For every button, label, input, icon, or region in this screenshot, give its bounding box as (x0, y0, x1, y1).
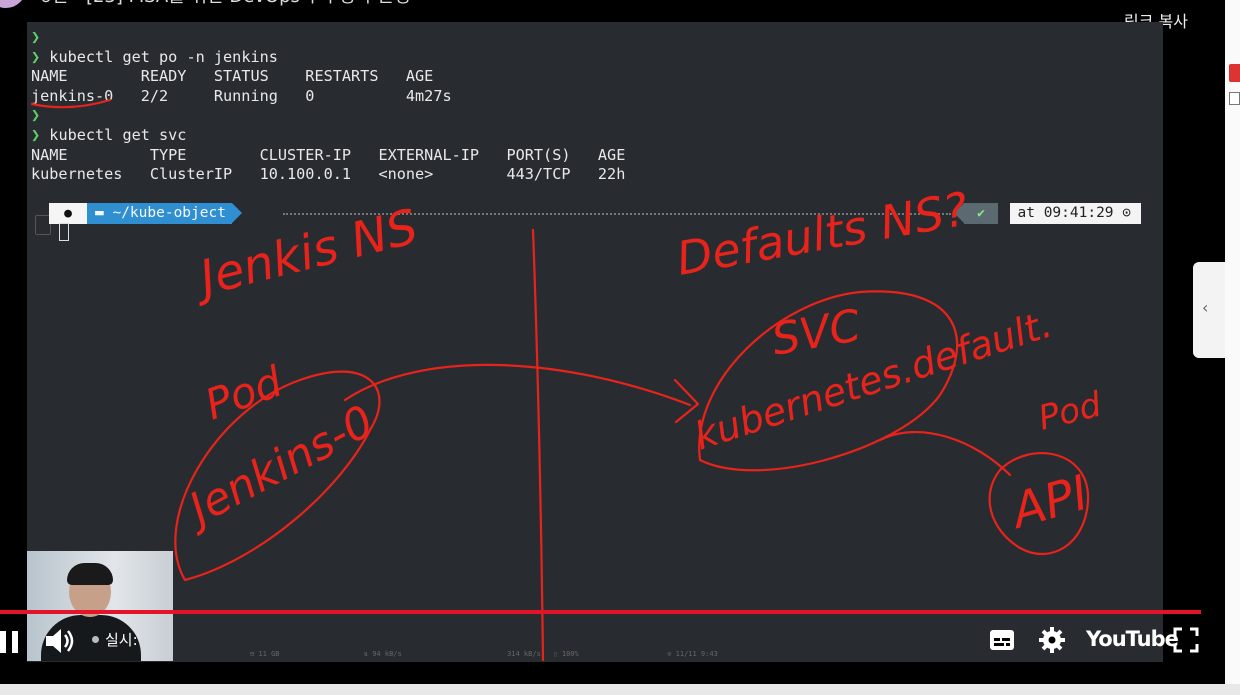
prompt-arrow: ❯ (31, 28, 41, 46)
progress-bar[interactable] (0, 610, 1201, 614)
panel-box-icon (1229, 92, 1240, 105)
browser-side-panel (1225, 0, 1240, 684)
notification-tag-icon[interactable] (1229, 64, 1240, 82)
subtitles-icon[interactable] (989, 629, 1015, 651)
video-title-bar: 6편 - [23] MSA를 위한 DevOps와 구성과 운영 (0, 0, 600, 10)
prompt-arrow: ❯ (31, 47, 41, 66)
player-controls: 실시: YouTube (0, 618, 1225, 662)
terminal-line: ❯ (31, 28, 40, 47)
pause-button[interactable] (0, 631, 18, 653)
video-player[interactable]: 6편 - [23] MSA를 위한 DevOps와 구성과 운영 링크 복사 ❯… (0, 0, 1225, 684)
live-label: 실시: (105, 631, 138, 649)
terminal-text: kubectl get svc (40, 126, 187, 144)
terminal-line: NAME TYPE CLUSTER-IP EXTERNAL-IP PORT(S)… (31, 146, 625, 165)
prompt-arrow: ❯ (31, 106, 41, 125)
apple-icon: ● (49, 203, 87, 224)
terminal-line: ❯ kubectl get svc (31, 126, 186, 145)
channel-avatar[interactable] (0, 0, 26, 8)
volume-icon[interactable] (44, 626, 76, 656)
current-directory: ▬ ~/kube-object (87, 203, 242, 224)
terminal-text: kubectl get po -n jenkins (40, 47, 278, 66)
fullscreen-icon[interactable] (1173, 627, 1199, 653)
terminal-line: ❯ (31, 106, 40, 125)
prompt-statusbar: ● ▬ ~/kube-object ✔ at 09:41:29 ⊙ (49, 203, 1141, 224)
directory-path: ~/kube-object (112, 205, 226, 221)
prompt-time: at 09:41:29 ⊙ (1009, 203, 1141, 224)
side-panel-toggle[interactable]: ‹ (1193, 262, 1225, 358)
page-bottom-strip (0, 684, 1240, 695)
folder-icon: ▬ (95, 205, 113, 221)
terminal-text: jenkins-0 2/2 Running 0 4m27s (31, 86, 452, 105)
chevron-left-icon: ‹ (1202, 298, 1209, 317)
live-indicator-icon (92, 636, 99, 643)
terminal-line: ❯ kubectl get po -n jenkins (31, 48, 278, 67)
youtube-logo[interactable]: YouTube (1086, 627, 1179, 651)
terminal-text: NAME TYPE CLUSTER-IP EXTERNAL-IP PORT(S)… (31, 145, 626, 164)
video-title: 6편 - [23] MSA를 위한 DevOps와 구성과 운영 (40, 0, 411, 8)
terminal-line: NAME READY STATUS RESTARTS AGE (31, 67, 433, 86)
terminal-cursor[interactable] (59, 223, 69, 241)
statusbar-filler (283, 213, 951, 215)
clock-icon: ⊙ (1122, 205, 1131, 221)
terminal-text: NAME READY STATUS RESTARTS AGE (31, 67, 434, 86)
prompt-arrow: ❯ (31, 126, 41, 144)
terminal-line: kubernetes ClusterIP 10.100.0.1 <none> 4… (31, 165, 625, 184)
success-check-icon: ✔ (954, 203, 998, 224)
terminal-window: ❯ ❯ kubectl get po -n jenkins NAME READY S… (27, 22, 1163, 662)
prompt-time-text: at 09:41:29 (1017, 205, 1114, 221)
settings-gear-icon[interactable] (1038, 626, 1066, 654)
terminal-line: jenkins-0 2/2 Running 0 4m27s (31, 87, 452, 106)
terminal-text: kubernetes ClusterIP 10.100.0.1 <none> 4… (31, 165, 626, 184)
